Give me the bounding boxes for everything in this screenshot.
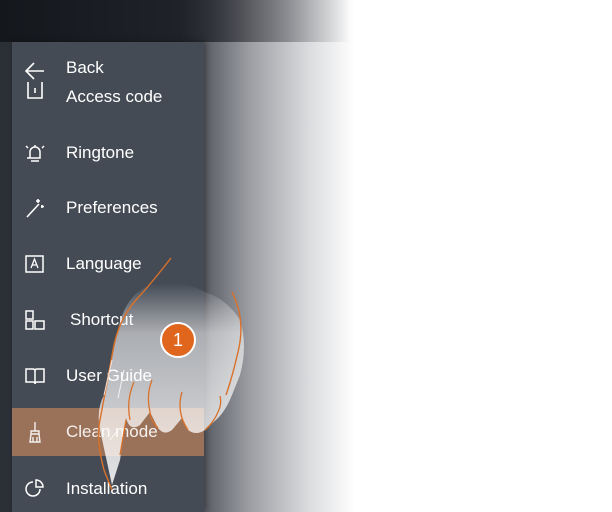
language-icon [24,253,46,275]
book-icon [24,365,46,387]
menu-item-label: Access code [66,87,163,106]
menu-item-label: Shortcut [70,310,134,329]
menu-item-installation[interactable]: Installation [12,465,204,512]
menu-item-label: Language [66,254,142,273]
top-bar [0,0,360,42]
back-arrow-icon [24,60,46,82]
access-code-icon [24,82,46,102]
menu-item-preferences[interactable]: Preferences [12,184,204,232]
menu-item-user-guide[interactable]: User Guide [12,352,204,400]
menu-item-label: Clean mode [66,422,158,441]
installation-icon [24,478,46,500]
brush-icon [24,421,46,443]
bell-icon [24,142,46,164]
menu-item-clean-mode[interactable]: Clean mode [12,408,204,456]
shortcut-icon [24,309,46,331]
step-callout-badge: 1 [160,322,196,358]
menu-item-label: Ringtone [66,143,135,162]
menu-item-label: Installation [66,479,148,498]
screen: Back Access code Ringtone Preferences La [0,0,612,512]
menu-item-ringtone[interactable]: Ringtone [12,129,204,177]
back-label: Back [66,58,104,77]
menu-item-access-code[interactable]: Access code [12,81,204,106]
wand-icon [24,197,46,219]
menu-item-label: User Guide [66,366,152,385]
menu-item-label: Preferences [66,198,158,217]
menu-item-language[interactable]: Language [12,240,204,288]
settings-menu-panel: Back Access code Ringtone Preferences La [12,42,204,512]
